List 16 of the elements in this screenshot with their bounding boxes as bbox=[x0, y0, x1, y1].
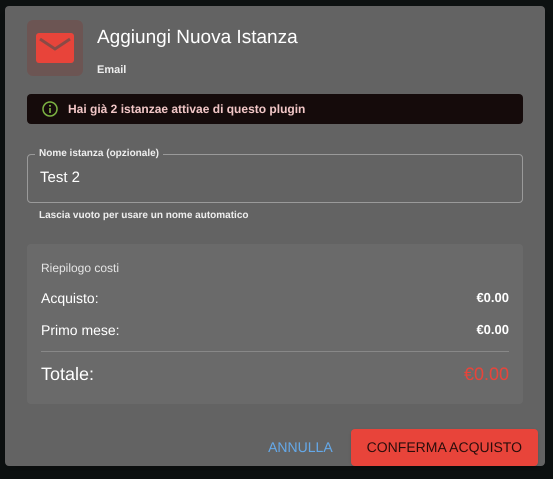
field-label: Nome istanza (opzionale) bbox=[35, 146, 164, 161]
cancel-button[interactable]: ANNULLA bbox=[256, 429, 345, 466]
summary-title: Riepilogo costi bbox=[41, 260, 120, 277]
cost-label: Primo mese: bbox=[41, 321, 120, 340]
cost-value: €0.00 bbox=[476, 321, 509, 339]
alert-text: Hai già 2 istanzae attivae di questo plugin bbox=[68, 101, 306, 118]
total-label: Totale: bbox=[41, 363, 94, 386]
info-icon bbox=[42, 101, 58, 117]
confirm-button[interactable]: CONFERMA ACQUISTO bbox=[350, 429, 538, 466]
cost-label: Acquisto: bbox=[41, 289, 99, 308]
helper-text: Lascia vuoto per usare un nome automatico bbox=[39, 209, 250, 223]
total-value: €0.00 bbox=[464, 363, 509, 386]
dialog-title: Aggiungi Nuova Istanza bbox=[97, 26, 298, 50]
mail-icon bbox=[36, 33, 74, 63]
cost-value: €0.00 bbox=[476, 289, 509, 307]
dialog-subtitle: Email bbox=[97, 62, 128, 78]
